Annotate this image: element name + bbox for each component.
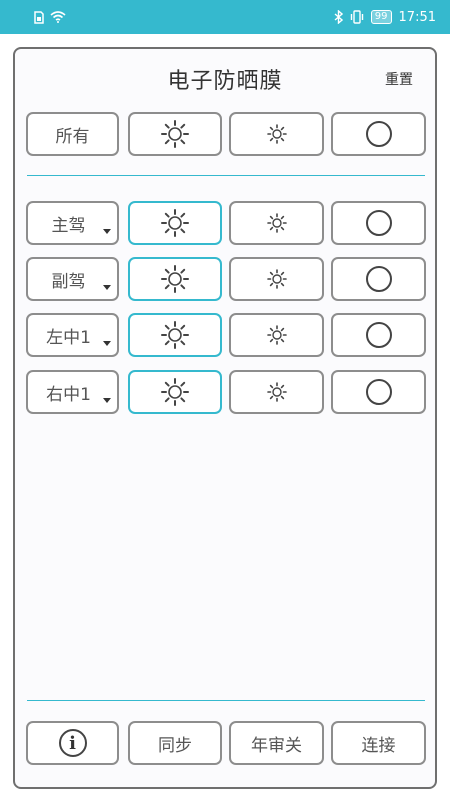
caret-down-icon: [103, 285, 111, 290]
sun-small-icon: [266, 213, 287, 233]
zone-label: 主驾: [51, 215, 86, 236]
sun-large-icon: [161, 209, 189, 237]
circle-off-icon: [365, 322, 392, 348]
zone-select-dropdown[interactable]: 右中1: [26, 370, 119, 414]
zone-off-button[interactable]: [331, 313, 426, 357]
vibrate-icon: [350, 10, 363, 24]
zone-low-shade-button[interactable]: [229, 313, 324, 357]
zone-label: 副驾: [51, 271, 86, 292]
connect-button[interactable]: 连接: [331, 721, 426, 765]
zone-high-shade-button[interactable]: [128, 313, 222, 357]
battery-indicator: 99: [370, 10, 392, 24]
zone-off-button[interactable]: [331, 257, 426, 301]
top-divider: [27, 175, 425, 176]
all-zone-button[interactable]: 所有: [26, 112, 119, 156]
wifi-icon: [50, 11, 66, 23]
caret-down-icon: [103, 229, 111, 234]
sun-small-icon: [266, 269, 287, 289]
bluetooth-icon: [334, 10, 343, 24]
sun-small-icon: [266, 124, 287, 144]
all-low-shade-button[interactable]: [229, 112, 324, 156]
zone-off-button[interactable]: [331, 370, 426, 414]
zone-select-dropdown[interactable]: 主驾: [26, 201, 119, 245]
all-high-shade-button[interactable]: [128, 112, 222, 156]
circle-off-icon: [365, 210, 392, 236]
zone-low-shade-button[interactable]: [229, 370, 324, 414]
annual-inspection-off-button[interactable]: 年审关: [229, 721, 324, 765]
info-icon: i: [58, 729, 87, 757]
sim-icon: [34, 10, 44, 24]
caret-down-icon: [103, 398, 111, 403]
status-left: [34, 10, 66, 24]
zone-high-shade-button[interactable]: [128, 257, 222, 301]
zone-high-shade-button[interactable]: [128, 370, 222, 414]
circle-off-icon: [365, 379, 392, 405]
sun-large-icon: [161, 378, 189, 406]
sync-label: 同步: [158, 735, 192, 756]
main-panel: 电子防晒膜 重置 所有 主驾 副驾左中1 右中1 i 同步 年审关 连接: [13, 47, 437, 789]
zone-select-dropdown[interactable]: 副驾: [26, 257, 119, 301]
all-off-button[interactable]: [331, 112, 426, 156]
circle-off-icon: [365, 121, 392, 147]
bottom-divider: [27, 700, 425, 701]
zone-label: 右中1: [46, 384, 91, 405]
sun-large-icon: [161, 265, 189, 293]
reset-button[interactable]: 重置: [385, 69, 413, 89]
info-button[interactable]: i: [26, 721, 119, 765]
zone-select-dropdown[interactable]: 左中1: [26, 313, 119, 357]
sync-button[interactable]: 同步: [128, 721, 222, 765]
zone-high-shade-button[interactable]: [128, 201, 222, 245]
status-right: 99 17:51: [334, 10, 436, 25]
caret-down-icon: [103, 341, 111, 346]
all-zone-label: 所有: [55, 126, 90, 147]
annual-inspection-label: 年审关: [251, 735, 302, 756]
page-title: 电子防晒膜: [167, 69, 283, 94]
clock: 17:51: [398, 9, 436, 25]
zone-low-shade-button[interactable]: [229, 257, 324, 301]
zone-low-shade-button[interactable]: [229, 201, 324, 245]
connect-label: 连接: [361, 735, 396, 756]
circle-off-icon: [365, 266, 392, 292]
status-bar: 99 17:51: [0, 0, 450, 34]
sun-small-icon: [266, 325, 287, 345]
zone-off-button[interactable]: [331, 201, 426, 245]
zone-label: 左中1: [46, 327, 91, 348]
sun-large-icon: [161, 321, 189, 349]
sun-large-icon: [161, 120, 189, 148]
sun-small-icon: [266, 382, 287, 402]
